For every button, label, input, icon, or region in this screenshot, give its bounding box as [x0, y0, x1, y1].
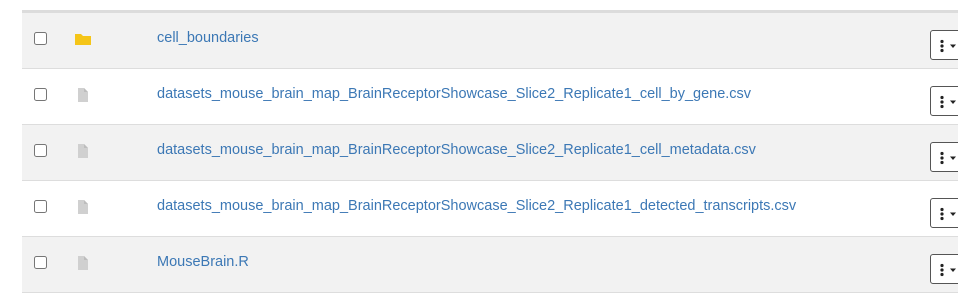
file-icon	[78, 144, 88, 158]
file-row-cell-metadata: datasets_mouse_brain_map_BrainReceptorSh…	[22, 125, 958, 181]
folder-icon	[75, 34, 91, 45]
row-actions-button[interactable]	[930, 254, 958, 284]
vertical-ellipsis-caret-icon	[940, 207, 956, 221]
row-checkbox[interactable]	[34, 32, 47, 45]
vertical-ellipsis-caret-icon	[940, 263, 956, 277]
vertical-ellipsis-caret-icon	[940, 151, 956, 165]
row-actions-button[interactable]	[930, 198, 958, 228]
file-name-link[interactable]: datasets_mouse_brain_map_BrainReceptorSh…	[157, 198, 796, 214]
file-row-detected-transcripts: datasets_mouse_brain_map_BrainReceptorSh…	[22, 181, 958, 237]
row-actions-button[interactable]	[930, 142, 958, 172]
file-icon	[78, 256, 88, 270]
row-checkbox[interactable]	[34, 88, 47, 101]
row-checkbox[interactable]	[34, 200, 47, 213]
file-row-cell-boundaries: cell_boundaries	[22, 13, 958, 69]
file-name-link[interactable]: datasets_mouse_brain_map_BrainReceptorSh…	[157, 142, 756, 158]
file-name-link[interactable]: MouseBrain.R	[157, 254, 249, 270]
row-checkbox[interactable]	[34, 144, 47, 157]
file-row-mousebrain-r: MouseBrain.R	[22, 237, 958, 293]
row-actions-button[interactable]	[930, 30, 958, 60]
file-list: cell_boundaries datasets_mouse_brain_map…	[22, 10, 958, 293]
file-name-link[interactable]: datasets_mouse_brain_map_BrainReceptorSh…	[157, 86, 751, 102]
vertical-ellipsis-caret-icon	[940, 95, 956, 109]
row-checkbox[interactable]	[34, 256, 47, 269]
vertical-ellipsis-caret-icon	[940, 39, 956, 53]
file-name-link[interactable]: cell_boundaries	[157, 30, 259, 46]
row-actions-button[interactable]	[930, 86, 958, 116]
file-icon	[78, 200, 88, 214]
file-icon	[78, 88, 88, 102]
file-row-cell-by-gene: datasets_mouse_brain_map_BrainReceptorSh…	[22, 69, 958, 125]
